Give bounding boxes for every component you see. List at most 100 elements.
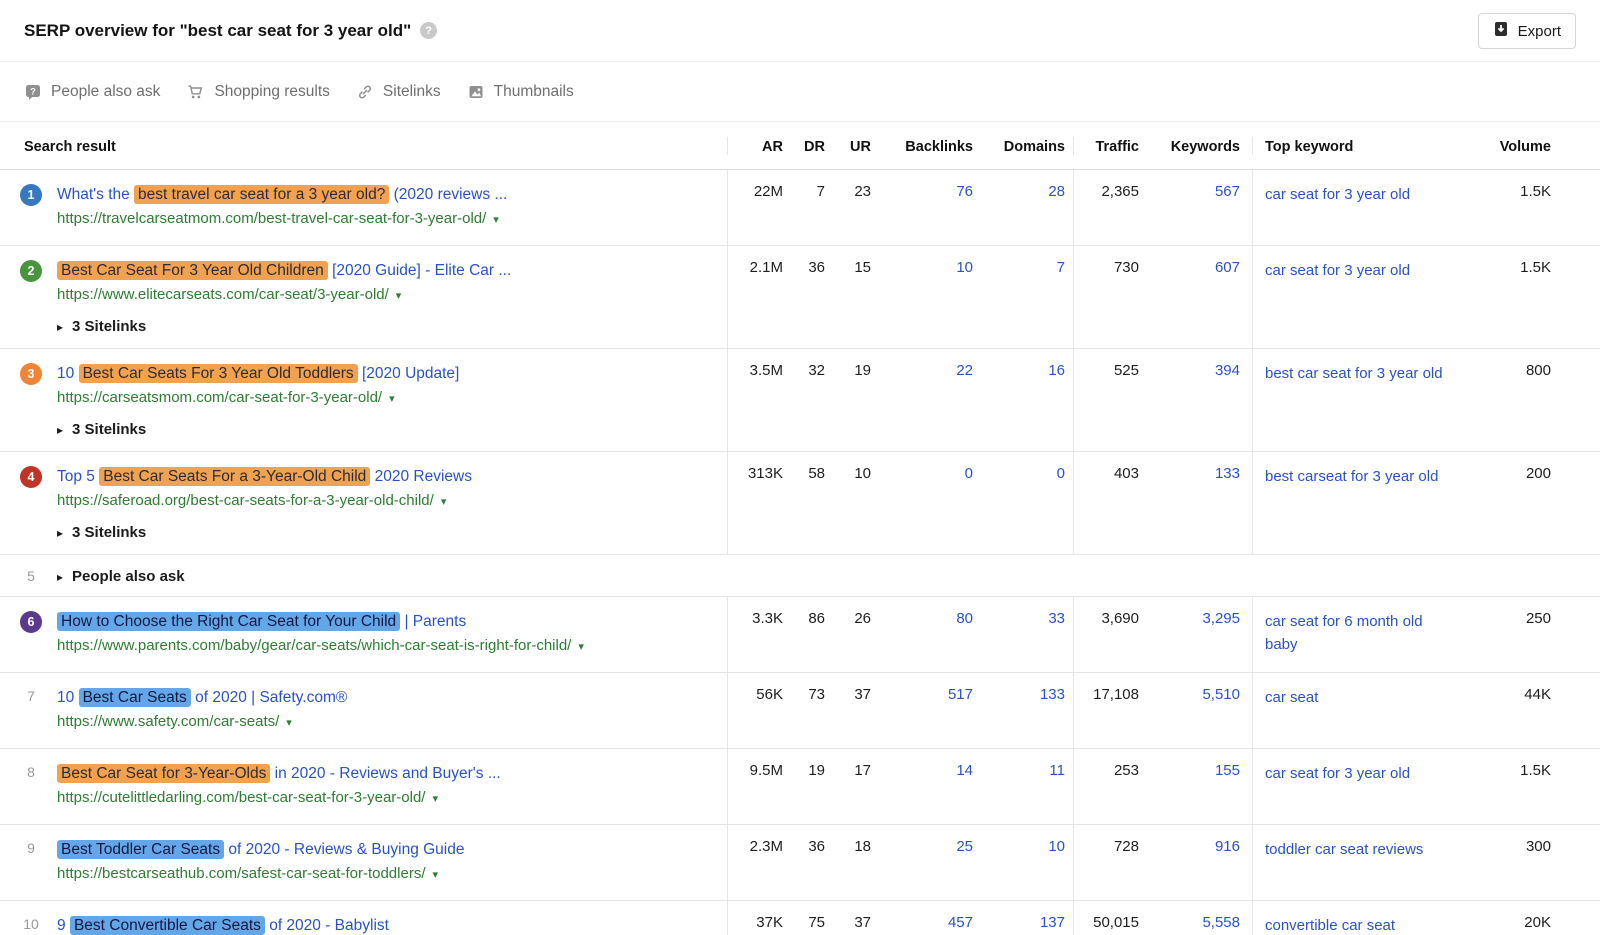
metric-dr: 19 <box>783 749 825 824</box>
result-content: Best Car Seat for 3-Year-Olds in 2020 - … <box>57 762 501 811</box>
sitelinks-toggle[interactable]: ▸3 Sitelinks <box>57 524 472 541</box>
top-keyword-link[interactable]: car seat for 3 year old <box>1265 259 1410 282</box>
metric-keywords[interactable]: 3,295 <box>1163 597 1252 672</box>
top-keyword-link[interactable]: car seat <box>1265 686 1318 709</box>
url-dropdown-caret-icon[interactable]: ▾ <box>286 717 292 729</box>
filter-thumbnails[interactable]: Thumbnails <box>468 83 574 101</box>
search-result-cell: 1What's the best travel car seat for a 3… <box>0 170 727 245</box>
top-keyword-link[interactable]: best carseat for 3 year old <box>1265 465 1438 488</box>
url-dropdown-caret-icon[interactable]: ▾ <box>441 496 447 508</box>
top-keyword-link[interactable]: toddler car seat reviews <box>1265 838 1423 861</box>
export-button[interactable]: Export <box>1478 13 1576 49</box>
filter-people-also-ask[interactable]: ? People also ask <box>25 83 160 101</box>
top-keyword-link[interactable]: best car seat for 3 year old <box>1265 362 1443 385</box>
top-keyword-link[interactable]: car seat for 6 month old baby <box>1265 610 1454 656</box>
metric-keywords[interactable]: 155 <box>1163 749 1252 824</box>
result-content: 9 Best Convertible Car Seats of 2020 - B… <box>57 914 484 935</box>
metric-backlinks[interactable]: 10 <box>871 246 981 348</box>
result-url: https://www.safety.com/car-seats/ <box>57 713 279 730</box>
metric-domains[interactable]: 0 <box>981 452 1073 554</box>
result-title-link[interactable]: Best Toddler Car Seats of 2020 - Reviews… <box>57 838 465 861</box>
serp-row: 710 Best Car Seats of 2020 | Safety.com®… <box>0 673 1600 749</box>
metric-keywords[interactable]: 5,558 <box>1163 901 1252 935</box>
result-title-link[interactable]: Best Car Seat for 3-Year-Olds in 2020 - … <box>57 762 501 785</box>
url-dropdown-caret-icon[interactable]: ▾ <box>433 869 439 881</box>
metric-backlinks[interactable]: 457 <box>871 901 981 935</box>
metric-backlinks[interactable]: 22 <box>871 349 981 451</box>
col-top-keyword: Top keyword <box>1252 137 1464 155</box>
metric-domains[interactable]: 7 <box>981 246 1073 348</box>
url-dropdown-caret-icon[interactable]: ▾ <box>493 214 499 226</box>
title-text: 9 <box>57 917 70 934</box>
result-title-link[interactable]: 9 Best Convertible Car Seats of 2020 - B… <box>57 914 484 935</box>
col-keywords: Keywords <box>1163 137 1252 155</box>
metric-keywords[interactable]: 567 <box>1163 170 1252 245</box>
help-icon[interactable]: ? <box>420 22 437 39</box>
metric-domains[interactable]: 10 <box>981 825 1073 900</box>
search-result-cell: 4Top 5 Best Car Seats For a 3-Year-Old C… <box>0 452 727 554</box>
highlighted-keyword: Best Car Seats <box>79 688 191 707</box>
rank-badge: 3 <box>20 363 42 385</box>
url-dropdown-caret-icon[interactable]: ▾ <box>389 393 395 405</box>
filter-label: Sitelinks <box>383 83 441 101</box>
metric-backlinks[interactable]: 14 <box>871 749 981 824</box>
metric-keywords[interactable]: 916 <box>1163 825 1252 900</box>
people-also-ask-toggle[interactable]: ▸People also ask <box>57 568 185 585</box>
metric-keywords[interactable]: 133 <box>1163 452 1252 554</box>
metric-traffic: 403 <box>1073 452 1163 554</box>
url-dropdown-caret-icon[interactable]: ▾ <box>578 641 584 653</box>
top-keyword-cell: car seat for 6 month old baby <box>1252 597 1464 672</box>
metric-backlinks[interactable]: 25 <box>871 825 981 900</box>
rank-number: 10 <box>20 914 42 935</box>
result-title-link[interactable]: What's the best travel car seat for a 3 … <box>57 183 507 206</box>
result-url-line: https://www.safety.com/car-seats/ ▾ <box>57 710 347 735</box>
rank-badge: 6 <box>20 611 42 633</box>
metric-domains[interactable]: 33 <box>981 597 1073 672</box>
metric-domains[interactable]: 133 <box>981 673 1073 748</box>
result-content: Best Toddler Car Seats of 2020 - Reviews… <box>57 838 465 887</box>
filter-sitelinks[interactable]: Sitelinks <box>357 83 441 101</box>
page-title: SERP overview for "best car seat for 3 y… <box>24 21 437 41</box>
top-keyword-link[interactable]: car seat for 3 year old <box>1265 762 1410 785</box>
result-title-link[interactable]: Best Car Seat For 3 Year Old Children [2… <box>57 259 511 282</box>
metric-keywords[interactable]: 5,510 <box>1163 673 1252 748</box>
metric-domains[interactable]: 11 <box>981 749 1073 824</box>
result-title-link[interactable]: 10 Best Car Seats For 3 Year Old Toddler… <box>57 362 459 385</box>
metric-domains[interactable]: 16 <box>981 349 1073 451</box>
metric-volume: 1.5K <box>1464 246 1583 348</box>
metric-domains[interactable]: 137 <box>981 901 1073 935</box>
result-title-link[interactable]: 10 Best Car Seats of 2020 | Safety.com® <box>57 686 347 709</box>
metric-traffic: 3,690 <box>1073 597 1163 672</box>
metric-backlinks[interactable]: 76 <box>871 170 981 245</box>
metric-ur: 26 <box>825 597 871 672</box>
metric-keywords[interactable]: 394 <box>1163 349 1252 451</box>
metric-keywords[interactable]: 607 <box>1163 246 1252 348</box>
col-dr: DR <box>783 137 825 155</box>
metric-backlinks[interactable]: 517 <box>871 673 981 748</box>
filter-shopping-results[interactable]: Shopping results <box>187 83 329 101</box>
result-title-link[interactable]: How to Choose the Right Car Seat for You… <box>57 610 584 633</box>
rank-number: 5 <box>20 566 42 584</box>
filter-label: Shopping results <box>214 83 329 101</box>
sitelinks-toggle[interactable]: ▸3 Sitelinks <box>57 318 511 335</box>
result-content: What's the best travel car seat for a 3 … <box>57 183 507 232</box>
highlighted-keyword: Best Car Seats For 3 Year Old Toddlers <box>79 364 358 383</box>
top-keyword-cell: car seat for 3 year old <box>1252 246 1464 348</box>
url-dropdown-caret-icon[interactable]: ▾ <box>432 793 438 805</box>
col-ur: UR <box>825 137 871 155</box>
result-title-link[interactable]: Top 5 Best Car Seats For a 3-Year-Old Ch… <box>57 465 472 488</box>
metric-backlinks[interactable]: 80 <box>871 597 981 672</box>
top-keyword-cell: car seat for 3 year old <box>1252 749 1464 824</box>
metric-backlinks[interactable]: 0 <box>871 452 981 554</box>
top-keyword-link[interactable]: car seat for 3 year old <box>1265 183 1410 206</box>
serp-row: 6 How to Choose the Right Car Seat for Yo… <box>0 597 1600 673</box>
url-dropdown-caret-icon[interactable]: ▾ <box>396 290 402 302</box>
sitelinks-toggle[interactable]: ▸3 Sitelinks <box>57 421 459 438</box>
serp-feature-row: 5 ▸People also ask <box>0 555 1600 597</box>
metric-ur: 37 <box>825 673 871 748</box>
top-keyword-link[interactable]: convertible car seat <box>1265 914 1395 935</box>
result-url: https://www.parents.com/baby/gear/car-se… <box>57 637 571 654</box>
serp-row: 10 9 Best Convertible Car Seats of 2020 -… <box>0 901 1600 935</box>
metric-domains[interactable]: 28 <box>981 170 1073 245</box>
metric-ur: 17 <box>825 749 871 824</box>
